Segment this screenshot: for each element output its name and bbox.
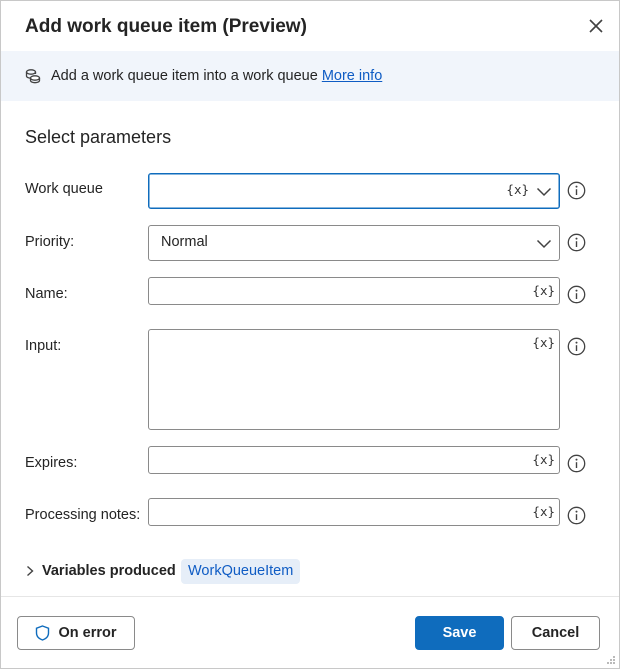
on-error-label: On error bbox=[58, 625, 117, 641]
variables-produced-toggle[interactable]: Variables produced bbox=[42, 563, 176, 579]
dialog-title: Add work queue item (Preview) bbox=[25, 16, 307, 37]
chevron-down-icon[interactable] bbox=[536, 239, 552, 249]
input-variable-button[interactable]: {x} bbox=[532, 335, 555, 350]
processing-notes-input[interactable]: {x} bbox=[148, 498, 560, 526]
expires-variable-button[interactable]: {x} bbox=[532, 452, 555, 467]
work-queue-icon bbox=[25, 69, 41, 84]
chevron-right-icon[interactable] bbox=[25, 565, 35, 577]
info-banner: Add a work queue item into a work queue M… bbox=[1, 51, 619, 101]
priority-label: Priority: bbox=[25, 234, 75, 250]
work-queue-label: Work queue bbox=[25, 181, 103, 197]
name-info-icon[interactable] bbox=[567, 285, 586, 304]
section-title: Select parameters bbox=[25, 127, 172, 147]
expires-info-icon[interactable] bbox=[567, 454, 586, 473]
expires-input[interactable]: {x} bbox=[148, 446, 560, 474]
chevron-down-icon[interactable] bbox=[536, 187, 552, 197]
processing-notes-label: Processing notes: bbox=[25, 507, 141, 523]
expires-label: Expires: bbox=[25, 455, 78, 471]
footer-divider bbox=[1, 596, 619, 597]
input-textarea[interactable]: {x} bbox=[148, 329, 560, 430]
on-error-button[interactable]: On error bbox=[17, 616, 135, 650]
add-work-queue-item-dialog: Add work queue item (Preview) Add a work… bbox=[0, 0, 620, 669]
work-queue-variable-button[interactable]: {x} bbox=[506, 182, 529, 197]
work-queue-dropdown[interactable]: {x} bbox=[148, 173, 560, 209]
processing-notes-info-icon[interactable] bbox=[567, 506, 586, 525]
banner-description: Add a work queue item into a work queue bbox=[51, 68, 318, 84]
save-button[interactable]: Save bbox=[415, 616, 504, 650]
processing-notes-variable-button[interactable]: {x} bbox=[532, 504, 555, 519]
title-bar: Add work queue item (Preview) bbox=[1, 1, 619, 51]
work-queue-info-icon[interactable] bbox=[567, 181, 586, 200]
priority-info-icon[interactable] bbox=[567, 233, 586, 252]
cancel-button[interactable]: Cancel bbox=[511, 616, 600, 650]
banner-text: Add a work queue item into a work queue M… bbox=[51, 68, 382, 84]
variable-chip-workqueueitem[interactable]: WorkQueueItem bbox=[181, 559, 301, 584]
name-variable-button[interactable]: {x} bbox=[532, 283, 555, 298]
priority-dropdown[interactable]: Normal bbox=[148, 225, 560, 261]
priority-value: Normal bbox=[161, 234, 208, 250]
close-icon[interactable] bbox=[585, 15, 607, 37]
shield-icon bbox=[36, 625, 50, 641]
more-info-link[interactable]: More info bbox=[322, 68, 382, 84]
name-input[interactable]: {x} bbox=[148, 277, 560, 305]
input-label: Input: bbox=[25, 338, 62, 354]
resize-grip-icon[interactable] bbox=[606, 655, 616, 665]
name-label: Name: bbox=[25, 286, 68, 302]
input-info-icon[interactable] bbox=[567, 337, 586, 356]
